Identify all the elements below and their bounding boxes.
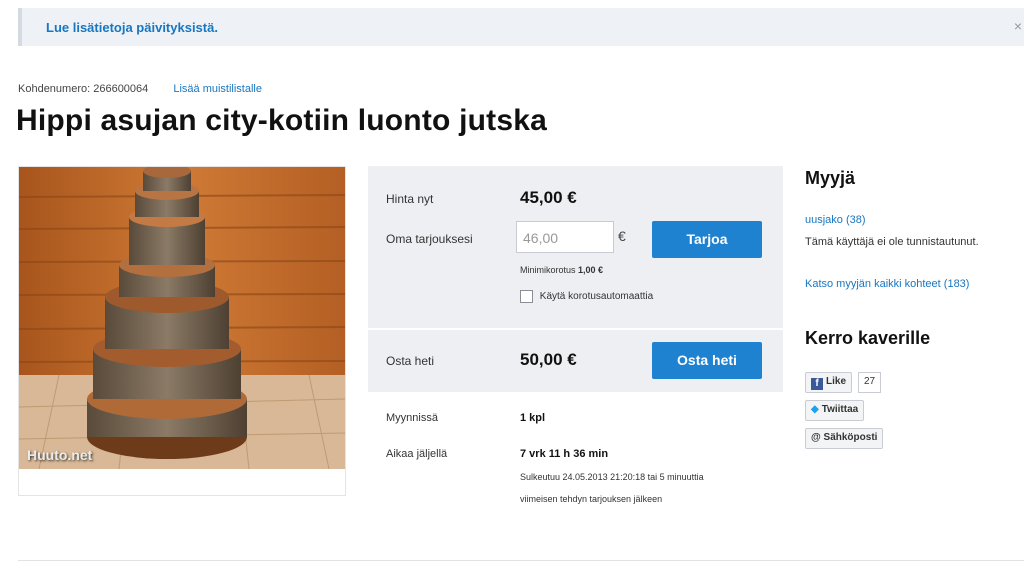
bid-button[interactable]: Tarjoa [652, 221, 762, 258]
tweet-label: Twiittaa [821, 404, 859, 415]
updates-info-link[interactable]: Lue lisätietoja päivityksistä. [46, 20, 218, 35]
currency-symbol: € [618, 228, 626, 244]
seller-section: Myyjä [805, 168, 855, 189]
tweet-button[interactable]: ◆ Twiittaa [805, 400, 865, 421]
auto-increase-row[interactable]: Käytä korotusautomaattia [520, 290, 653, 303]
product-image-box: Huuto.net [18, 166, 346, 496]
item-number: Kohdenumero: 266600064 [18, 83, 149, 95]
closing-info: Sulkeutuu 24.05.2013 21:20:18 tai 5 minu… [520, 466, 780, 510]
for-sale-value: 1 kpl [520, 412, 546, 424]
buy-now-price: 50,00 € [520, 350, 577, 369]
page-title: Hippi asujan city-kotiin luonto jutska [16, 104, 547, 137]
facebook-like-button[interactable]: f Like [805, 372, 853, 393]
buy-now-button[interactable]: Osta heti [652, 342, 762, 379]
item-meta: Kohdenumero: 266600064 Lisää muistilista… [18, 83, 262, 95]
like-label: Like [826, 376, 847, 387]
price-label: Hinta nyt [386, 192, 434, 206]
closing-line-2: viimeisen tehdyn tarjouksen jälkeen [520, 494, 663, 504]
buy-now-label: Osta heti [386, 354, 435, 368]
footer-divider [18, 560, 1024, 561]
bidding-panel: Hinta nyt 45,00 € Oma tarjouksesi 46,00 … [368, 166, 783, 392]
seller-name-link[interactable]: uusjako (38) [805, 214, 866, 226]
photo-watermark: Huuto.net [27, 447, 93, 463]
product-photo[interactable]: Huuto.net [19, 167, 345, 469]
bid-amount-input[interactable]: 46,00 [516, 221, 614, 253]
share-heading: Kerro kaverille [805, 328, 931, 348]
twitter-icon: ◆ [811, 404, 819, 415]
seller-heading: Myyjä [805, 168, 856, 188]
min-increase-value: 1,00 € [578, 265, 604, 275]
like-count: 27 [858, 372, 882, 393]
time-left-value: 7 vrk 11 h 36 min [520, 448, 609, 460]
min-increase: Minimikorotus 1,00 € [520, 265, 603, 275]
seller-status: Tämä käyttäjä ei ole tunnistautunut. [805, 236, 979, 248]
auto-increase-label: Käytä korotusautomaattia [539, 291, 654, 303]
min-increase-label: Minimikorotus [520, 265, 576, 275]
share-section: Kerro kaverille [805, 328, 930, 349]
seller-all-items-link[interactable]: Katso myyjän kaikki kohteet (183) [805, 278, 969, 290]
for-sale-label: Myynnissä [386, 412, 438, 424]
auto-increase-checkbox[interactable] [520, 290, 533, 303]
panel-divider [368, 328, 783, 330]
time-left-label: Aikaa jäljellä [386, 448, 448, 460]
your-bid-label: Oma tarjouksesi [386, 232, 473, 246]
add-to-watchlist-link[interactable]: Lisää muistilistalle [173, 83, 262, 95]
current-price: 45,00 € [520, 188, 577, 207]
email-share-button[interactable]: @ Sähköposti [805, 428, 884, 449]
close-icon[interactable]: × [1014, 18, 1022, 34]
facebook-icon: f [811, 378, 823, 390]
closing-line-1: Sulkeutuu 24.05.2013 21:20:18 tai 5 minu… [520, 472, 704, 482]
update-banner: Lue lisätietoja päivityksistä. × [18, 8, 1024, 46]
